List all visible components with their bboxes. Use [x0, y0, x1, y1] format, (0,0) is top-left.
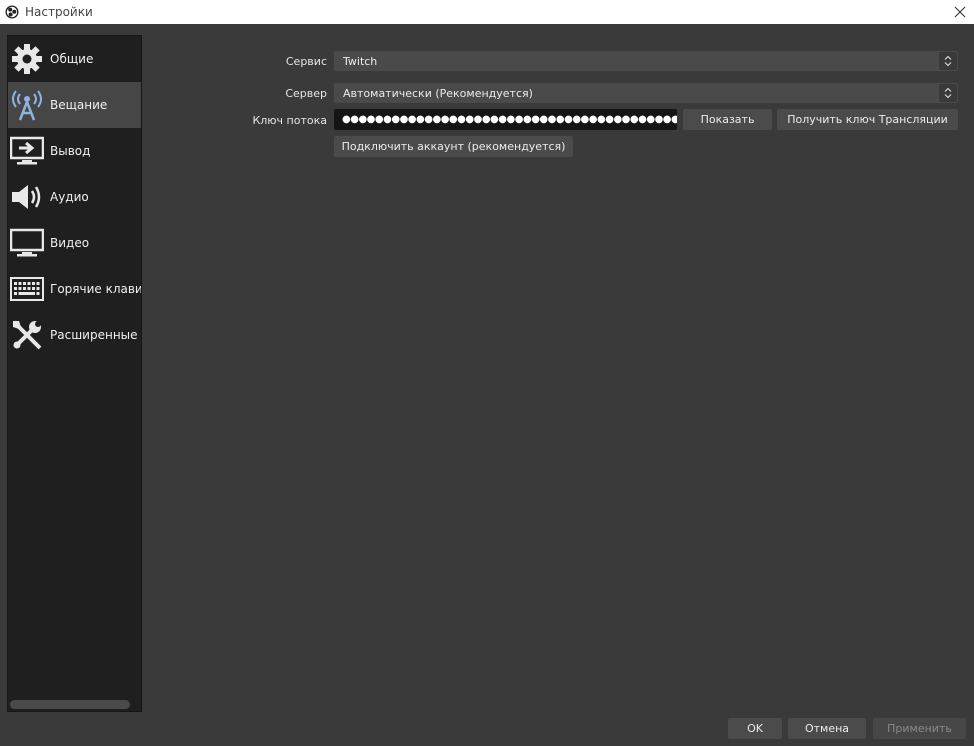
title-bar: Настройки: [0, 0, 974, 24]
sidebar-item-stream[interactable]: Вещание: [8, 82, 141, 128]
obs-logo-icon: [5, 5, 19, 19]
sidebar-horizontal-scrollbar[interactable]: [10, 700, 130, 709]
sidebar-item-label: Горячие клавиш: [50, 282, 141, 296]
updown-arrows-icon: [939, 52, 957, 70]
sidebar-item-label: Общие: [50, 52, 94, 66]
window-title: Настройки: [25, 5, 93, 19]
sidebar-item-output[interactable]: Вывод: [8, 128, 141, 174]
ok-button[interactable]: OK: [728, 718, 782, 739]
sidebar-item-label: Расширенные: [50, 328, 138, 342]
get-stream-key-button[interactable]: Получить ключ Трансляции: [777, 109, 958, 130]
sidebar-item-general[interactable]: Общие: [8, 36, 141, 82]
close-icon: [954, 6, 966, 18]
monitor-icon: [10, 226, 44, 260]
service-value: Twitch: [343, 54, 378, 68]
sidebar-item-hotkeys[interactable]: Горячие клавиш: [8, 266, 141, 312]
keyboard-icon: [10, 272, 44, 306]
sidebar-item-label: Вывод: [50, 144, 91, 158]
server-label: Сервер: [285, 87, 327, 100]
sidebar-item-audio[interactable]: Аудио: [8, 174, 141, 220]
cancel-button[interactable]: Отмена: [788, 718, 866, 739]
sidebar-item-video[interactable]: Видео: [8, 220, 141, 266]
sidebar-item-label: Вещание: [50, 98, 108, 112]
sidebar-item-label: Аудио: [50, 190, 89, 204]
speaker-icon: [10, 180, 44, 214]
apply-button[interactable]: Применить: [873, 718, 966, 739]
sidebar-item-label: Видео: [50, 236, 90, 250]
stream-key-input[interactable]: ●●●●●●●●●●●●●●●●●●●●●●●●●●●●●●●●●●●●●●●●…: [334, 109, 677, 130]
output-monitor-icon: [10, 134, 44, 168]
sidebar-item-advanced[interactable]: Расширенные: [8, 312, 141, 358]
tools-icon: [10, 318, 44, 352]
close-button[interactable]: [950, 2, 970, 22]
service-label: Сервис: [285, 55, 327, 68]
show-key-button[interactable]: Показать: [683, 109, 772, 130]
service-select[interactable]: Twitch: [334, 51, 958, 71]
settings-sidebar: Общие Вещание Вывод Аудио Видео Горячие …: [7, 35, 142, 712]
gear-icon: [10, 42, 44, 76]
server-select[interactable]: Автоматически (Рекомендуется): [334, 83, 958, 103]
updown-arrows-icon: [939, 84, 957, 102]
broadcast-antenna-icon: [10, 88, 44, 122]
server-value: Автоматически (Рекомендуется): [343, 86, 533, 100]
stream-key-value: ●●●●●●●●●●●●●●●●●●●●●●●●●●●●●●●●●●●●●●●●…: [342, 114, 677, 125]
stream-key-label: Ключ потока: [252, 114, 327, 127]
connect-account-button[interactable]: Подключить аккаунт (рекомендуется): [334, 136, 573, 157]
